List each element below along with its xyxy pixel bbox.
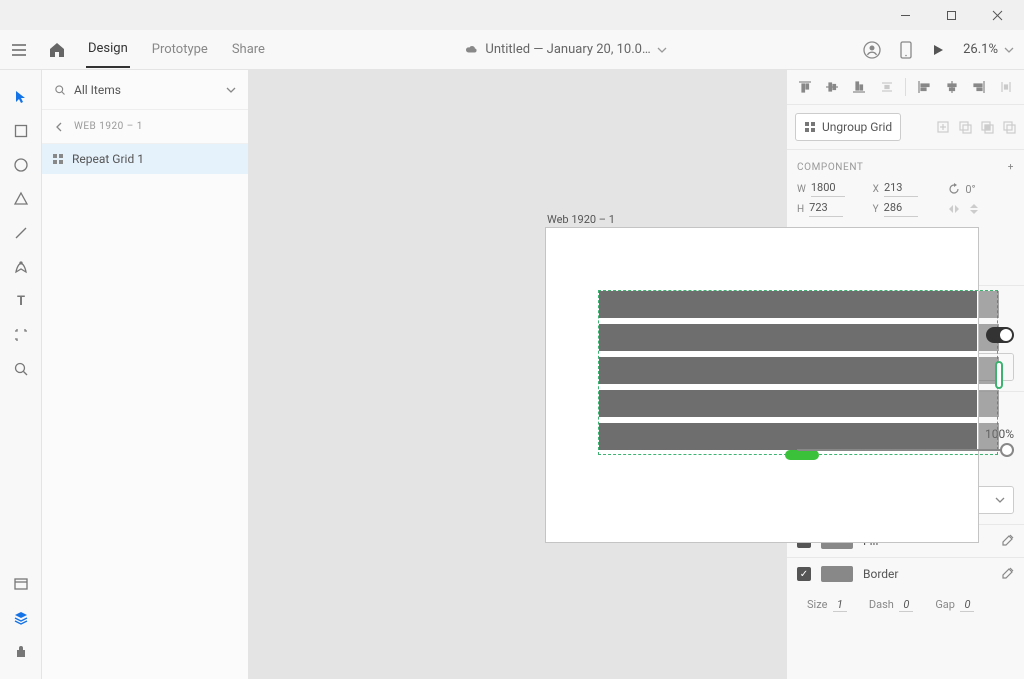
play-icon[interactable] xyxy=(931,43,945,57)
border-label: Border xyxy=(863,567,898,581)
border-swatch[interactable] xyxy=(821,566,853,582)
distribute-v-icon[interactable] xyxy=(876,76,898,98)
layers-panel-icon[interactable] xyxy=(0,601,42,635)
chevron-down-icon[interactable] xyxy=(226,85,236,95)
zoom-level[interactable]: 26.1% xyxy=(963,42,998,57)
size-label: Size xyxy=(807,598,827,611)
plugins-panel-icon[interactable] xyxy=(0,635,42,669)
topbar: Design Prototype Share Untitled — Januar… xyxy=(0,30,1024,70)
intersect-icon xyxy=(980,120,994,134)
label-w: W xyxy=(797,184,806,195)
chevron-down-icon xyxy=(995,495,1005,505)
window-minimize-button[interactable] xyxy=(882,0,928,30)
responsive-resize-toggle[interactable] xyxy=(986,327,1014,343)
canvas[interactable]: Web 1920 – 1 xyxy=(249,70,786,679)
hamburger-icon[interactable] xyxy=(10,41,28,59)
opacity-slider[interactable] xyxy=(797,449,1014,451)
document-title[interactable]: Untitled — January 20, 10.0… xyxy=(485,42,650,57)
tab-share[interactable]: Share xyxy=(230,42,267,67)
rectangle-tool-icon[interactable] xyxy=(0,114,42,148)
polygon-tool-icon[interactable] xyxy=(0,182,42,216)
user-icon[interactable] xyxy=(863,41,881,59)
home-icon[interactable] xyxy=(48,41,66,59)
dash-value[interactable]: 0 xyxy=(899,598,913,612)
repeat-grid-handle-horizontal[interactable] xyxy=(995,361,1003,389)
repeat-grid-icon xyxy=(52,153,64,165)
dash-label: Dash xyxy=(869,598,894,611)
ungroup-grid-button[interactable]: Ungroup Grid xyxy=(795,113,901,141)
flip-h-icon xyxy=(948,203,960,215)
grid-cell[interactable] xyxy=(599,324,977,351)
window-close-button[interactable] xyxy=(974,0,1020,30)
svg-text:T: T xyxy=(16,294,24,309)
add-icon xyxy=(936,120,950,134)
pen-tool-icon[interactable] xyxy=(0,250,42,284)
select-tool-icon[interactable] xyxy=(0,80,42,114)
repeat-grid-handle-vertical[interactable] xyxy=(785,450,819,460)
grid-cell[interactable] xyxy=(599,423,977,450)
zoom-tool-icon[interactable] xyxy=(0,352,42,386)
flip-v-icon xyxy=(968,203,980,215)
artboard-tool-icon[interactable] xyxy=(0,318,42,352)
grid-cell[interactable] xyxy=(599,390,977,417)
breadcrumb-label[interactable]: WEB 1920 – 1 xyxy=(74,121,143,132)
line-tool-icon[interactable] xyxy=(0,216,42,250)
grid-cell[interactable] xyxy=(979,291,999,318)
chevron-down-icon[interactable] xyxy=(657,45,667,55)
search-filter-label[interactable]: All Items xyxy=(74,83,218,97)
artboard-label[interactable]: Web 1920 – 1 xyxy=(547,213,615,226)
distribute-h-icon[interactable] xyxy=(995,76,1017,98)
border-checkbox[interactable]: ✓ xyxy=(797,567,811,581)
align-left-icon[interactable] xyxy=(913,76,935,98)
search-icon[interactable] xyxy=(54,84,66,96)
exclude-icon xyxy=(1002,120,1016,134)
gap-label: Gap xyxy=(935,598,955,611)
repeat-grid-selection[interactable] xyxy=(598,290,998,455)
tool-rail: T xyxy=(0,70,42,679)
input-height[interactable] xyxy=(809,201,843,217)
tab-design[interactable]: Design xyxy=(86,41,130,68)
ungroup-grid-label: Ungroup Grid xyxy=(822,120,892,134)
eyedropper-icon[interactable] xyxy=(1000,567,1014,581)
input-y[interactable] xyxy=(884,201,918,217)
text-tool-icon[interactable]: T xyxy=(0,284,42,318)
device-preview-icon[interactable] xyxy=(899,41,913,59)
ellipse-tool-icon[interactable] xyxy=(0,148,42,182)
grid-cell[interactable] xyxy=(979,390,999,417)
align-vcenter-icon[interactable] xyxy=(821,76,843,98)
grid-cell[interactable] xyxy=(599,357,977,384)
chevron-down-icon[interactable] xyxy=(1004,45,1014,55)
input-width[interactable] xyxy=(811,181,845,197)
window-maximize-button[interactable] xyxy=(928,0,974,30)
input-x[interactable] xyxy=(884,181,918,197)
gap-value[interactable]: 0 xyxy=(960,598,974,612)
subtract-icon xyxy=(958,120,972,134)
repeat-grid-icon xyxy=(804,121,816,133)
align-bottom-icon[interactable] xyxy=(848,76,870,98)
assets-panel-icon[interactable] xyxy=(0,567,42,601)
window-chrome xyxy=(0,0,1024,30)
eyedropper-icon[interactable] xyxy=(1000,534,1014,548)
component-header: COMPONENT xyxy=(797,162,863,173)
plus-icon[interactable]: + xyxy=(1008,162,1014,173)
layer-item-repeat-grid[interactable]: Repeat Grid 1 xyxy=(42,144,248,174)
label-y: Y xyxy=(873,204,879,215)
label-x: X xyxy=(873,184,879,195)
align-top-icon[interactable] xyxy=(794,76,816,98)
grid-cell[interactable] xyxy=(599,291,977,318)
grid-cell[interactable] xyxy=(979,423,999,450)
tab-prototype[interactable]: Prototype xyxy=(150,42,210,67)
chevron-left-icon[interactable] xyxy=(54,122,64,132)
layers-panel: All Items WEB 1920 – 1 Repeat Grid 1 xyxy=(42,70,249,679)
size-value[interactable]: 1 xyxy=(833,598,847,612)
align-right-icon[interactable] xyxy=(968,76,990,98)
align-hcenter-icon[interactable] xyxy=(941,76,963,98)
layer-item-label: Repeat Grid 1 xyxy=(72,152,144,166)
cloud-icon xyxy=(463,42,479,58)
rotate-icon xyxy=(948,183,960,195)
label-h: H xyxy=(797,204,804,215)
rotation-value[interactable]: 0° xyxy=(965,183,975,196)
